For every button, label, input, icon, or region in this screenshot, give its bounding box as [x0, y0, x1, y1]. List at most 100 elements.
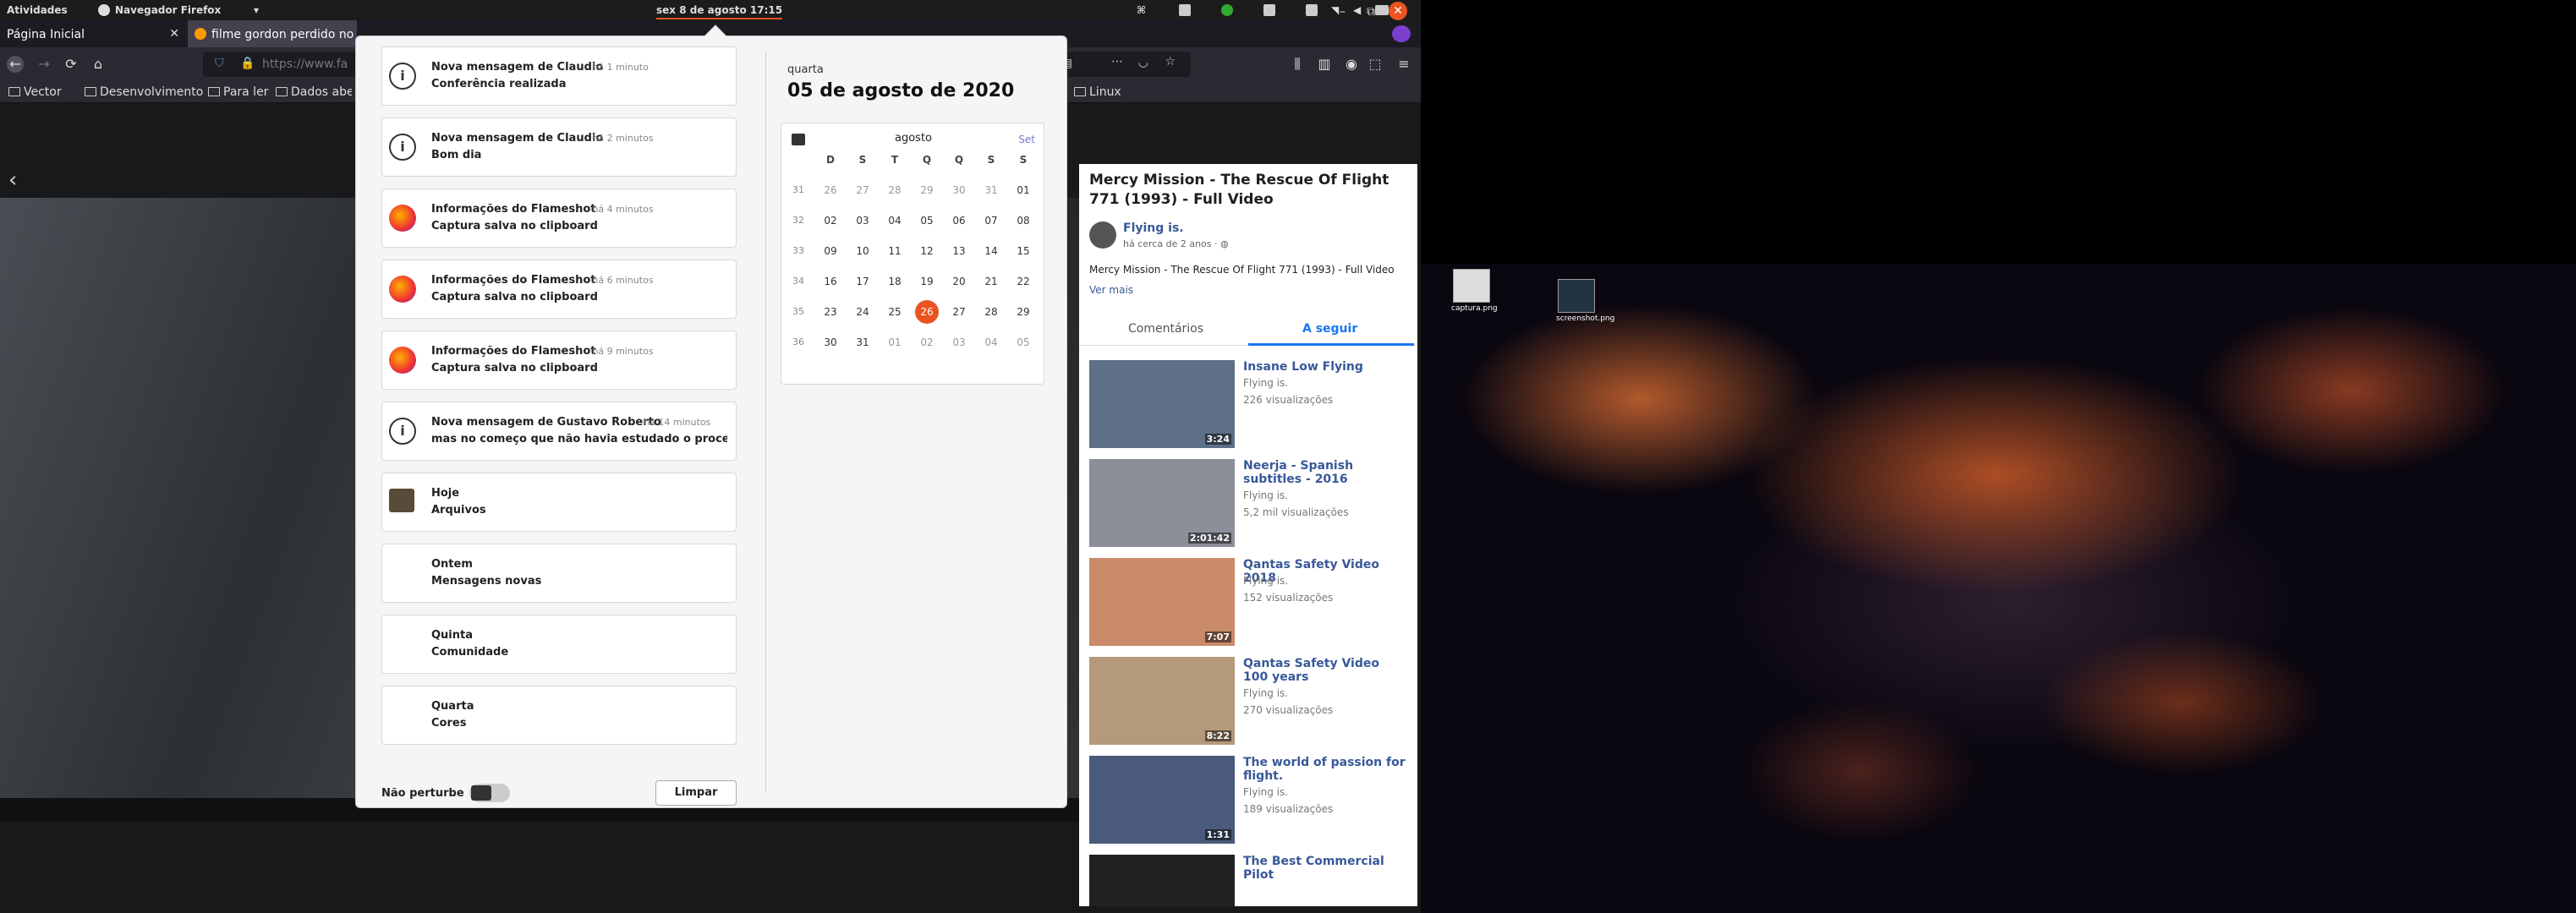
calendar-day[interactable]: 29 [1008, 299, 1039, 325]
video-thumbnail[interactable]: 8:22 [1089, 657, 1235, 745]
bookmark-star-icon[interactable]: ☆ [1165, 55, 1176, 68]
tab-home[interactable]: Página Inicial ✕ [0, 20, 186, 47]
next-video-channel[interactable]: Flying is. [1243, 575, 1288, 587]
notification-card[interactable]: Ontem Mensagens novas [381, 544, 737, 603]
calendar-day[interactable]: 31 [976, 178, 1006, 203]
avatar[interactable] [1089, 221, 1116, 249]
calendar-day[interactable]: 26 [815, 178, 846, 203]
notification-card[interactable]: i Nova mensagem de Gustavo Roberto há 14 m… [381, 402, 737, 461]
next-video-item[interactable]: 2:01:42 Neerja - Spanish subtitles - 2016… [1089, 459, 1411, 550]
forward-icon[interactable]: → [36, 56, 52, 73]
calendar-day[interactable]: 28 [880, 178, 910, 203]
calendar-day[interactable]: 21 [976, 269, 1006, 294]
page-actions-icon[interactable]: ⋯ [1111, 55, 1123, 68]
calendar-day[interactable]: 12 [912, 238, 942, 264]
close-window-icon[interactable]: ✕ [1389, 2, 1407, 20]
calendar-day[interactable]: 14 [976, 238, 1006, 264]
bookmark-folder[interactable]: Dados abe [276, 85, 352, 99]
calendar-day[interactable]: 27 [847, 178, 878, 203]
calendar-day[interactable]: 22 [1008, 269, 1039, 294]
next-video-title[interactable]: The Best Commercial Pilot [1243, 855, 1408, 882]
tray-app-icon[interactable] [1179, 4, 1191, 16]
menu-icon[interactable]: ≡ [1395, 56, 1412, 73]
notification-card[interactable]: Informações do Flameshot há 9 minutos Capt… [381, 331, 737, 390]
do-not-disturb-toggle[interactable] [469, 784, 510, 802]
close-viewer-icon[interactable]: ‹ [8, 167, 17, 193]
minimize-icon[interactable]: – [1340, 5, 1346, 19]
channel-name[interactable]: Flying is. [1123, 221, 1184, 235]
next-video-title[interactable]: Neerja - Spanish subtitles - 2016 [1243, 459, 1408, 486]
extension-mask-icon[interactable] [1392, 25, 1411, 42]
see-more-link[interactable]: Ver mais [1089, 284, 1133, 296]
maximize-icon[interactable]: ⧉ [1367, 5, 1375, 19]
volume-icon[interactable]: ◀ [1353, 4, 1361, 16]
calendar-day[interactable]: 02 [912, 330, 942, 355]
next-video-channel[interactable]: Flying is. [1243, 687, 1288, 699]
video-thumbnail[interactable] [1089, 855, 1235, 906]
calendar-day[interactable]: 24 [847, 299, 878, 325]
calendar-day[interactable]: 08 [1008, 208, 1039, 233]
video-thumbnail[interactable]: 1:31 [1089, 756, 1235, 844]
tray-window-icon[interactable] [1263, 4, 1275, 16]
extensions-icon[interactable]: ⬚ [1367, 56, 1384, 73]
reload-icon[interactable]: ⟳ [63, 56, 79, 73]
pocket-icon[interactable]: ◡ [1138, 56, 1148, 69]
clear-button[interactable]: Limpar [655, 780, 737, 806]
next-video-channel[interactable]: Flying is. [1243, 377, 1288, 389]
calendar-day[interactable]: 05 [912, 208, 942, 233]
video-thumbnail[interactable]: 7:07 [1089, 558, 1235, 646]
next-video-channel[interactable]: Flying is. [1243, 489, 1288, 501]
calendar-day[interactable]: 03 [944, 330, 974, 355]
bookmark-folder[interactable]: Linux [1074, 85, 1121, 99]
calendar-day[interactable]: 30 [815, 330, 846, 355]
activities-button[interactable]: Atividades [7, 4, 68, 16]
calendar-day[interactable]: 10 [847, 238, 878, 264]
tab-facebook[interactable]: filme gordon perdido no [188, 20, 357, 47]
bookmark-folder[interactable]: Para ler [208, 85, 268, 99]
calendar-day[interactable]: 01 [880, 330, 910, 355]
current-date[interactable]: 05 de agosto de 2020 [787, 80, 1014, 101]
calendar-day[interactable]: 31 [847, 330, 878, 355]
desktop-file-icon[interactable]: captura.png [1451, 269, 1498, 320]
calendar-day[interactable]: 28 [976, 299, 1006, 325]
calendar-day[interactable]: 25 [880, 299, 910, 325]
close-tab-icon[interactable]: ✕ [169, 27, 179, 41]
next-video-channel[interactable]: Flying is. [1243, 786, 1288, 798]
notification-card[interactable]: Informações do Flameshot há 6 minutos Capt… [381, 260, 737, 319]
notification-card[interactable]: Quarta Cores [381, 686, 737, 745]
next-month-button[interactable]: Set [1018, 134, 1035, 145]
keyboard-icon[interactable] [1306, 4, 1318, 16]
shield-icon[interactable] [1221, 4, 1233, 16]
battery-icon[interactable] [1375, 5, 1389, 15]
calendar-day[interactable]: 02 [815, 208, 846, 233]
app-menu[interactable]: Navegador Firefox [115, 4, 221, 16]
calendar-day[interactable]: 01 [1008, 178, 1039, 203]
calendar-day[interactable]: 06 [944, 208, 974, 233]
clock[interactable]: sex 8 de agosto 17:15 [656, 4, 783, 19]
calendar-day[interactable]: 20 [944, 269, 974, 294]
next-video-item[interactable]: The Best Commercial Pilot [1089, 855, 1411, 906]
calendar-day[interactable]: 16 [815, 269, 846, 294]
bookmark-folder[interactable]: Desenvolvimento [85, 85, 203, 99]
calendar-day[interactable]: 18 [880, 269, 910, 294]
library-icon[interactable]: ⫼ [1289, 56, 1306, 73]
calendar-day[interactable]: 23 [815, 299, 846, 325]
calendar-day[interactable]: 09 [815, 238, 846, 264]
notification-card[interactable]: i Nova mensagem de Claudio há 2 minutos Bom… [381, 118, 737, 177]
calendar-day[interactable]: 27 [944, 299, 974, 325]
back-icon[interactable]: ← [7, 56, 24, 73]
home-icon[interactable]: ⌂ [90, 56, 107, 73]
wifi-icon[interactable]: ◥ [1331, 4, 1339, 16]
tab-comments[interactable]: Comentários [1128, 322, 1203, 336]
sidebar-icon[interactable]: ▥ [1316, 56, 1333, 73]
calendar-day[interactable]: 04 [880, 208, 910, 233]
next-video-item[interactable]: 7:07 Qantas Safety Video 2018 Flying is. 15… [1089, 558, 1411, 649]
calendar-day-today[interactable]: 26 [912, 299, 942, 325]
video-thumbnail[interactable]: 2:01:42 [1089, 459, 1235, 547]
account-icon[interactable]: ◉ [1343, 56, 1360, 73]
calendar-day[interactable]: 03 [847, 208, 878, 233]
notification-card[interactable]: Quinta Comunidade [381, 615, 737, 674]
calendar-day[interactable]: 05 [1008, 330, 1039, 355]
calendar-day[interactable]: 13 [944, 238, 974, 264]
next-video-title[interactable]: The world of passion for flight. [1243, 756, 1408, 783]
